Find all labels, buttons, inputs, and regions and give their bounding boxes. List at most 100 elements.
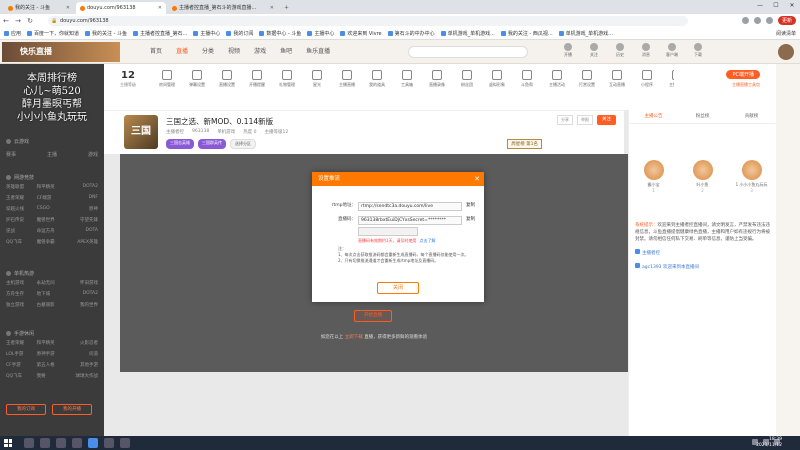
- sidebar-category-item[interactable]: DOTA: [67, 228, 98, 234]
- sidebar-category-item[interactable]: 王者荣耀: [6, 195, 37, 201]
- url-input[interactable]: 🔒 douyu.com/963138: [48, 16, 688, 26]
- sidebar-category-item[interactable]: 古墓丽影: [37, 302, 68, 308]
- learn-more-link[interactable]: 点击了解: [420, 238, 436, 243]
- week-star-badge[interactable]: 周星榜 第1名: [507, 139, 542, 149]
- avatar[interactable]: [778, 44, 794, 60]
- user-toolbar-item[interactable]: 历史: [612, 43, 628, 58]
- page-scrollbar[interactable]: [776, 64, 800, 436]
- browser-tab-follow[interactable]: 我的关注 - 斗鱼 ✕: [4, 2, 74, 14]
- sidebar-category-item[interactable]: DOTA2: [67, 184, 98, 190]
- bookmark-item[interactable]: 主播者控直播_第石...: [133, 30, 187, 37]
- sidebar-category-item[interactable]: 逆战: [6, 228, 37, 234]
- sidebar-category-item[interactable]: 其他手游: [67, 362, 98, 368]
- sidebar-category-item[interactable]: 怀旧游戏: [67, 280, 98, 286]
- nav-item[interactable]: 首页: [150, 40, 162, 64]
- sidebar-category-item[interactable]: 英雄联盟: [6, 184, 37, 190]
- room-tool-button[interactable]: 我的道具: [364, 70, 390, 88]
- report-button[interactable]: 举报: [577, 115, 593, 125]
- room-tool-button[interactable]: 斗鱼帮: [514, 70, 540, 88]
- sidebar-category-item[interactable]: QQ飞车: [6, 373, 37, 379]
- user-toolbar-item[interactable]: 开播: [560, 43, 576, 58]
- wechat-icon[interactable]: [40, 438, 50, 448]
- sidebar-category-item[interactable]: 我要: [37, 373, 68, 379]
- sidebar-category-item[interactable]: LOL手游: [6, 351, 37, 357]
- sidebar-category-item[interactable]: 和平精英: [37, 340, 68, 346]
- sidebar-category-item[interactable]: 我的世界: [67, 302, 98, 308]
- room-tool-button[interactable]: 工具箱: [394, 70, 420, 88]
- reading-list-link[interactable]: 阅读清单: [776, 28, 796, 39]
- search-input[interactable]: [408, 46, 528, 58]
- user-toolbar-item[interactable]: 客户端: [664, 43, 680, 58]
- room-tag[interactable]: 三国志英雄: [166, 139, 194, 149]
- sidebar-item-match[interactable]: 赛事: [6, 151, 16, 158]
- bookmark-item[interactable]: 单机游戏_单机游戏...: [440, 30, 495, 37]
- minimize-icon[interactable]: —: [752, 0, 768, 12]
- nav-item[interactable]: 鱼乐直播: [306, 40, 330, 64]
- room-tool-button[interactable]: 直播设置: [214, 70, 240, 88]
- sidebar-category-item[interactable]: CF手游: [6, 362, 37, 368]
- room-tool-button[interactable]: 星光: [304, 70, 330, 88]
- sidebar-category-item[interactable]: 独立游戏: [6, 302, 37, 308]
- room-tool-button[interactable]: 粉丝团: [454, 70, 480, 88]
- bookmark-item[interactable]: 应用: [4, 30, 21, 37]
- stream-code-select[interactable]: [358, 227, 418, 236]
- start-live-button[interactable]: 开始直播: [354, 310, 392, 322]
- room-tool-button[interactable]: 直播录像: [424, 70, 450, 88]
- user-toolbar-item[interactable]: 消息: [638, 43, 654, 58]
- pc-broadcast-button[interactable]: PC端开播: [726, 70, 760, 79]
- room-tool-button[interactable]: 互动直播: [604, 70, 630, 88]
- bookmark-item[interactable]: 百度一下，你就知道: [27, 30, 79, 37]
- sidebar-category-item[interactable]: 和平精英: [37, 184, 68, 190]
- user-toolbar-item[interactable]: 关注: [586, 43, 602, 58]
- fan-rank-item[interactable]: 1 小小小鱼丸玩玩 3: [732, 160, 772, 193]
- sidebar-category-item[interactable]: 原神: [67, 206, 98, 212]
- bookmark-item[interactable]: 单机游戏_单机游戏...: [558, 30, 613, 37]
- nav-item[interactable]: 分类: [202, 40, 214, 64]
- my-subscribe-button[interactable]: 我的订阅: [6, 404, 46, 415]
- sidebar-category-item[interactable]: 原神手游: [37, 351, 68, 357]
- user-toolbar-item[interactable]: 下载: [690, 43, 706, 58]
- maximize-icon[interactable]: ☐: [768, 0, 784, 12]
- file-explorer-icon[interactable]: [72, 438, 82, 448]
- room-tool-button[interactable]: 开播提醒: [244, 70, 270, 88]
- room-tag[interactable]: 选择分区: [230, 139, 256, 149]
- star-icon[interactable]: [741, 17, 749, 24]
- room-tool-button[interactable]: 房间管理: [154, 70, 180, 88]
- follow-button[interactable]: 关注: [597, 115, 616, 125]
- profile-icon[interactable]: [765, 17, 773, 24]
- browser-tab-live[interactable]: 主播者控直播_第石斗的游戏直播... ✕: [168, 2, 278, 14]
- sidebar-item-anchor[interactable]: 主播: [47, 151, 57, 158]
- room-tool-button[interactable]: 小程序: [634, 70, 660, 88]
- sidebar-category-item[interactable]: 命运方舟: [37, 228, 68, 234]
- sidebar-category-item[interactable]: 问道: [67, 351, 98, 357]
- room-tag[interactable]: 三国群英传: [198, 139, 226, 149]
- room-tool-button[interactable]: 主播活动: [544, 70, 570, 88]
- fan-rank-item[interactable]: 叶小鱼 2: [683, 160, 723, 193]
- qq-icon[interactable]: [56, 438, 66, 448]
- room-tool-button[interactable]: 主播直播: [334, 70, 360, 88]
- room-tool-button[interactable]: 弹幕设置: [184, 70, 210, 88]
- douyu-app-icon[interactable]: [104, 438, 114, 448]
- sidebar-category-item[interactable]: 地下城: [37, 291, 68, 297]
- download-link[interactable]: 立即下载: [345, 335, 363, 340]
- sidebar-category-item[interactable]: 方舟生存: [6, 291, 37, 297]
- tab-contrib[interactable]: 贡献榜: [727, 110, 776, 123]
- copy-code-button[interactable]: 复制: [466, 216, 475, 222]
- close-tab-icon[interactable]: ✕: [270, 2, 274, 14]
- back-icon[interactable]: ←: [0, 17, 12, 25]
- douyu-logo[interactable]: 快乐直播: [2, 42, 120, 62]
- sidebar-category-item[interactable]: 第五人格: [37, 362, 68, 368]
- room-tool-button[interactable]: 打赏设置: [574, 70, 600, 88]
- sidebar-category-item[interactable]: 永劫无间: [37, 280, 68, 286]
- room-tool-button[interactable]: 主播任务: [664, 70, 674, 88]
- close-window-icon[interactable]: ✕: [784, 0, 800, 12]
- nav-item[interactable]: 直播: [176, 40, 188, 64]
- extension-icon[interactable]: [753, 17, 761, 24]
- sidebar-category-item[interactable]: 魔兽世界: [37, 217, 68, 223]
- obs-icon[interactable]: [120, 438, 130, 448]
- new-tab-button[interactable]: ＋: [280, 2, 292, 14]
- sidebar-category-item[interactable]: CSGO: [37, 206, 68, 212]
- sidebar-category-item[interactable]: 炉石传说: [6, 217, 37, 223]
- sidebar-category-item[interactable]: APEX英雄: [67, 239, 98, 245]
- browser-tab-room[interactable]: douyu.com/963138 ✕: [76, 2, 166, 14]
